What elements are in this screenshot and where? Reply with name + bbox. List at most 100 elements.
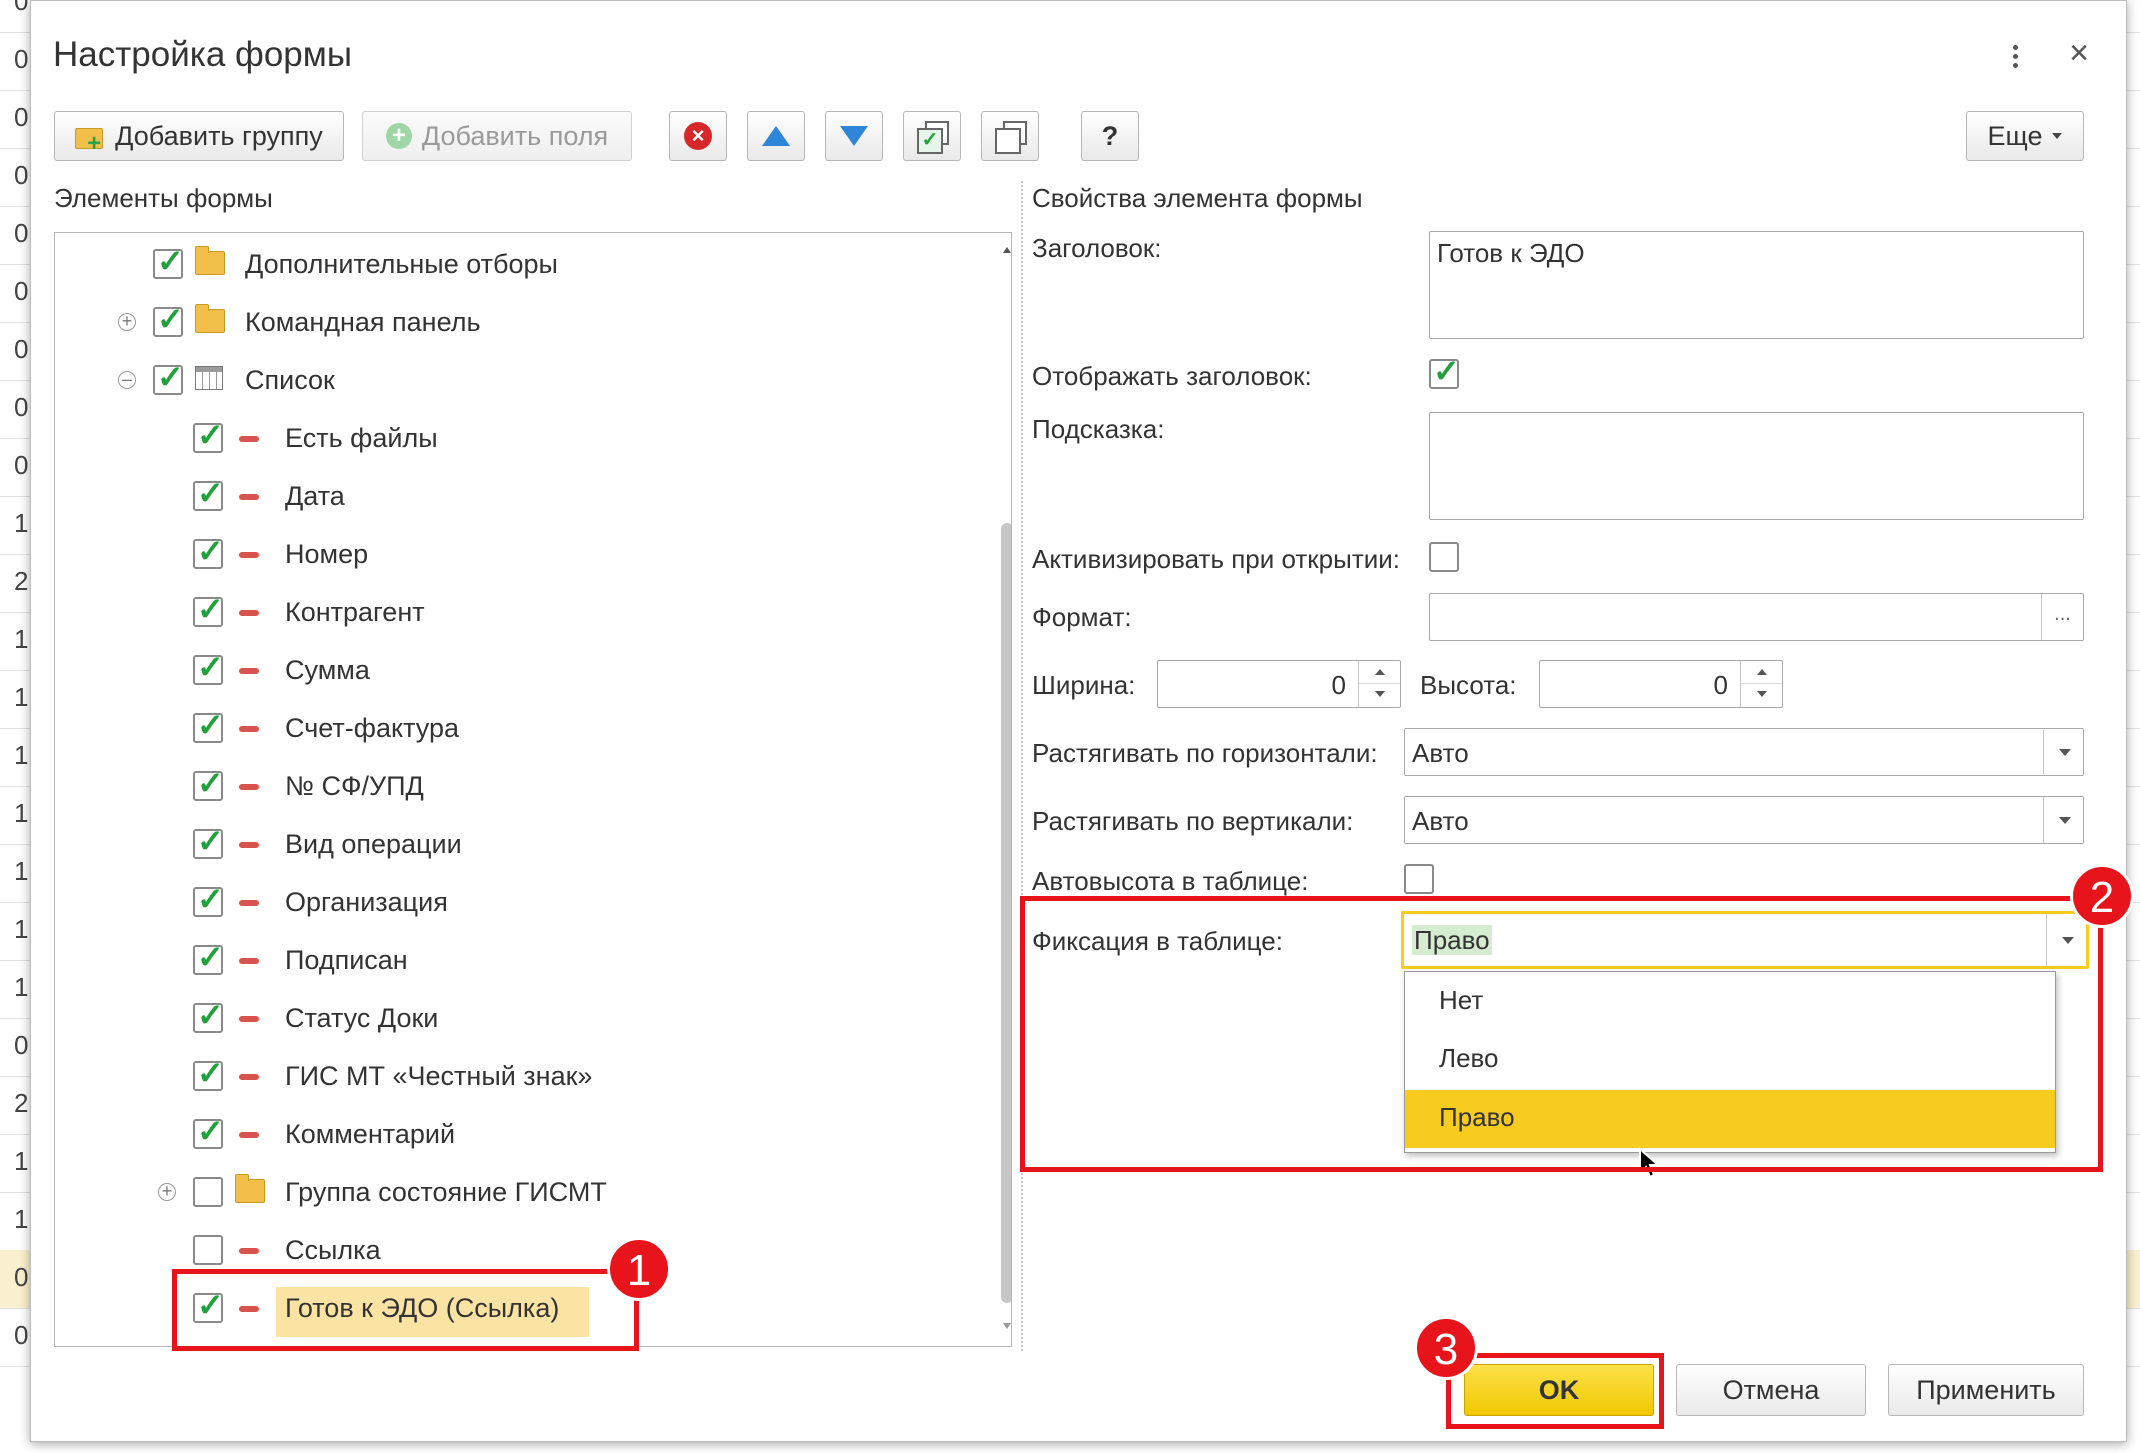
collapse-icon[interactable]: – bbox=[118, 370, 136, 389]
field-icon bbox=[239, 494, 259, 500]
apply-label: Применить bbox=[1916, 1374, 2056, 1405]
tree-item-label: № СФ/УПД bbox=[285, 771, 424, 801]
add-fields-button[interactable]: + Добавить поля bbox=[362, 111, 632, 161]
tree-item-checkbox[interactable]: ✓ bbox=[193, 941, 224, 975]
tree-item-checkbox[interactable]: ✓ bbox=[193, 767, 224, 801]
hint-field[interactable] bbox=[1429, 412, 2084, 520]
autoheight-label: Автовысота в таблице: bbox=[1032, 866, 1309, 896]
tree-item[interactable]: ✓ Дата bbox=[55, 473, 955, 523]
chevron-down-icon[interactable] bbox=[2043, 729, 2083, 775]
stretch-vertical-label: Растягивать по вертикали: bbox=[1032, 806, 1354, 836]
tree-item-checkbox[interactable] bbox=[193, 1177, 223, 1207]
tree-item[interactable]: ✓ Номер bbox=[55, 531, 955, 581]
tree-item-checkbox[interactable]: ✓ bbox=[193, 593, 224, 627]
help-button[interactable]: ? bbox=[1081, 111, 1139, 161]
tree-item[interactable]: + Группа состояние ГИСМТ bbox=[55, 1169, 955, 1219]
tree-item-checkbox[interactable]: ✓ bbox=[193, 1057, 224, 1091]
scroll-down-icon[interactable] bbox=[1003, 1323, 1011, 1329]
more-button[interactable]: Еще bbox=[1966, 111, 2084, 161]
tree-item-checkbox[interactable]: ✓ bbox=[193, 535, 224, 569]
scroll-thumb[interactable] bbox=[1001, 523, 1011, 1303]
stretch-horizontal-select[interactable]: Авто bbox=[1404, 728, 2084, 776]
stretch-vertical-select[interactable]: Авто bbox=[1404, 796, 2084, 844]
delete-button[interactable]: × bbox=[669, 111, 727, 161]
autoheight-checkbox[interactable] bbox=[1404, 864, 1434, 894]
checkmark-icon: ✓ bbox=[197, 823, 224, 859]
tree-item[interactable]: – ✓ Список bbox=[55, 357, 955, 407]
table-icon bbox=[195, 366, 223, 390]
tree-item[interactable]: ✓ Статус Доки bbox=[55, 995, 955, 1045]
tree-item[interactable]: ✓ Есть файлы bbox=[55, 415, 955, 465]
tree-item[interactable]: ✓ Подписан bbox=[55, 937, 955, 987]
annotation-badge-2: 2 bbox=[2070, 864, 2134, 928]
tree-item[interactable]: ✓ Организация bbox=[55, 879, 955, 929]
tree-item-label: Комментарий bbox=[285, 1119, 456, 1149]
move-up-button[interactable] bbox=[747, 111, 805, 161]
tree-item[interactable]: ✓ Сумма bbox=[55, 647, 955, 697]
close-icon[interactable]: × bbox=[2064, 36, 2094, 70]
background-row-number: 0 bbox=[14, 160, 29, 190]
apply-button[interactable]: Применить bbox=[1888, 1364, 2084, 1416]
tree-item[interactable]: ✓ Вид операции bbox=[55, 821, 955, 871]
tree-item-checkbox[interactable]: ✓ bbox=[153, 361, 184, 395]
tree-item-checkbox[interactable]: ✓ bbox=[153, 303, 184, 337]
tree-item[interactable]: + ✓ Командная панель bbox=[55, 299, 955, 349]
expand-icon[interactable]: + bbox=[158, 1182, 176, 1201]
checkmark-icon: ✓ bbox=[197, 475, 224, 511]
tree-item-checkbox[interactable]: ✓ bbox=[193, 883, 224, 917]
kebab-menu-icon[interactable] bbox=[2009, 43, 2023, 71]
activate-on-open-checkbox[interactable] bbox=[1429, 542, 1459, 572]
chevron-down-icon[interactable] bbox=[2043, 797, 2083, 843]
tree-item-checkbox[interactable] bbox=[193, 1235, 223, 1265]
tree-item-label: Дополнительные отборы bbox=[245, 249, 558, 279]
field-icon bbox=[239, 552, 259, 558]
delete-icon: × bbox=[684, 122, 712, 150]
annotation-box-2 bbox=[1020, 896, 2103, 1172]
tree-item-checkbox[interactable]: ✓ bbox=[153, 245, 184, 279]
tree-item-checkbox[interactable]: ✓ bbox=[193, 825, 224, 859]
height-stepper[interactable] bbox=[1740, 661, 1782, 707]
scroll-up-icon[interactable] bbox=[1003, 247, 1011, 253]
tree-item-checkbox[interactable]: ✓ bbox=[193, 999, 224, 1033]
width-stepper[interactable] bbox=[1358, 661, 1400, 707]
field-icon bbox=[239, 1074, 259, 1080]
format-field[interactable]: ... bbox=[1429, 593, 2084, 641]
background-row-number: 1 bbox=[14, 914, 29, 944]
height-field[interactable]: 0 bbox=[1539, 660, 1783, 708]
tree-item[interactable]: ✓ Дополнительные отборы bbox=[55, 241, 955, 291]
add-group-label: Добавить группу bbox=[115, 120, 323, 151]
tree-item-label: ГИС МТ «Честный знак» bbox=[285, 1061, 593, 1091]
width-field[interactable]: 0 bbox=[1157, 660, 1401, 708]
format-select-button[interactable]: ... bbox=[2041, 594, 2083, 640]
tree-item[interactable]: ✓ Комментарий bbox=[55, 1111, 955, 1161]
show-title-checkbox[interactable]: ✓ bbox=[1429, 355, 1460, 389]
tree-item[interactable]: ✓ Контрагент bbox=[55, 589, 955, 639]
cancel-label: Отмена bbox=[1722, 1374, 1820, 1405]
folder-icon bbox=[235, 1174, 265, 1203]
tree-scrollbar[interactable] bbox=[1001, 233, 1011, 1346]
cancel-button[interactable]: Отмена bbox=[1676, 1364, 1866, 1416]
expand-icon[interactable]: + bbox=[118, 312, 136, 331]
uncheck-all-button[interactable] bbox=[981, 111, 1039, 161]
background-row-number: 0 bbox=[14, 0, 29, 16]
tree-item[interactable]: ✓ № СФ/УПД bbox=[55, 763, 955, 813]
title-field-value: Готов к ЭДО bbox=[1437, 238, 1585, 268]
tree-item-checkbox[interactable]: ✓ bbox=[193, 709, 224, 743]
tree-item-checkbox[interactable]: ✓ bbox=[193, 477, 224, 511]
tree-item-checkbox[interactable]: ✓ bbox=[193, 419, 224, 453]
tree-item[interactable]: ✓ ГИС МТ «Честный знак» bbox=[55, 1053, 955, 1103]
tree-item-label: Вид операции bbox=[285, 829, 462, 859]
background-row-number: 0 bbox=[14, 334, 29, 364]
tree-item[interactable]: ✓ Счет-фактура bbox=[55, 705, 955, 755]
tree-item-checkbox[interactable]: ✓ bbox=[193, 1115, 224, 1149]
move-down-button[interactable] bbox=[825, 111, 883, 161]
panel-divider[interactable] bbox=[1021, 181, 1023, 1351]
check-all-button[interactable]: ✓ bbox=[903, 111, 961, 161]
title-field[interactable]: Готов к ЭДО bbox=[1429, 231, 2084, 339]
field-icon bbox=[239, 610, 259, 616]
checkmark-icon: ✓ bbox=[157, 301, 184, 337]
add-group-button[interactable]: + Добавить группу bbox=[54, 111, 344, 161]
stretch-vertical-value: Авто bbox=[1412, 806, 1469, 836]
background-row-number: 1 bbox=[14, 972, 29, 1002]
tree-item-checkbox[interactable]: ✓ bbox=[193, 651, 224, 685]
